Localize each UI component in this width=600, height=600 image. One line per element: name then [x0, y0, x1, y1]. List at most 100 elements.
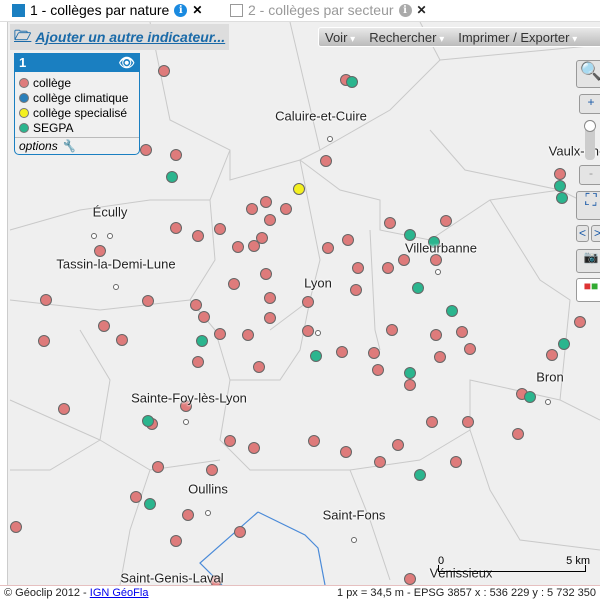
college-marker[interactable]: [248, 442, 260, 454]
college-marker[interactable]: [320, 155, 332, 167]
college-marker[interactable]: [38, 335, 50, 347]
close-icon[interactable]: ✕: [417, 3, 427, 17]
college-marker[interactable]: [386, 324, 398, 336]
college-marker[interactable]: [302, 325, 314, 337]
college-marker[interactable]: [260, 196, 272, 208]
college-marker[interactable]: [308, 435, 320, 447]
college-marker[interactable]: [58, 403, 70, 415]
tab-checkbox[interactable]: [230, 3, 243, 17]
info-icon[interactable]: i: [174, 3, 188, 17]
segpa-marker[interactable]: [558, 338, 570, 350]
college-marker[interactable]: [232, 241, 244, 253]
college-marker[interactable]: [450, 456, 462, 468]
college-marker[interactable]: [554, 168, 566, 180]
college-marker[interactable]: [464, 343, 476, 355]
college-marker[interactable]: [342, 234, 354, 246]
school-point[interactable]: [435, 269, 441, 275]
school-point[interactable]: [351, 537, 357, 543]
print-export-menu[interactable]: Imprimer / Exporter: [458, 30, 577, 45]
segpa-marker[interactable]: [554, 180, 566, 192]
college-marker[interactable]: [234, 526, 246, 538]
ign-link[interactable]: IGN GéoFla: [90, 587, 149, 599]
segpa-marker[interactable]: [144, 498, 156, 510]
search-menu[interactable]: Rechercher: [369, 30, 444, 45]
segpa-marker[interactable]: [412, 282, 424, 294]
segpa-marker[interactable]: [142, 415, 154, 427]
college-marker[interactable]: [352, 262, 364, 274]
college-marker[interactable]: [350, 284, 362, 296]
college-marker[interactable]: [228, 278, 240, 290]
college-marker[interactable]: [264, 312, 276, 324]
previous-button[interactable]: <: [576, 225, 589, 242]
college-marker[interactable]: [192, 230, 204, 242]
college-marker[interactable]: [512, 428, 524, 440]
college-marker[interactable]: [372, 364, 384, 376]
college-marker[interactable]: [426, 416, 438, 428]
segpa-marker[interactable]: [446, 305, 458, 317]
college-marker[interactable]: [246, 203, 258, 215]
college-marker[interactable]: [430, 254, 442, 266]
college-marker[interactable]: [206, 464, 218, 476]
camera-icon[interactable]: 📷: [576, 249, 600, 273]
college-marker[interactable]: [198, 311, 210, 323]
college-marker[interactable]: [94, 245, 106, 257]
school-point[interactable]: [327, 136, 333, 142]
college-marker[interactable]: [264, 292, 276, 304]
zoom-box-icon[interactable]: 🔍: [576, 60, 600, 88]
school-point[interactable]: [545, 399, 551, 405]
school-point[interactable]: [107, 233, 113, 239]
zoom-out-button[interactable]: -: [579, 165, 600, 185]
college-marker[interactable]: [340, 446, 352, 458]
college-marker[interactable]: [368, 347, 380, 359]
college-marker[interactable]: [170, 149, 182, 161]
college-marker[interactable]: [170, 222, 182, 234]
college-marker[interactable]: [404, 573, 416, 585]
segpa-marker[interactable]: [524, 391, 536, 403]
college-marker[interactable]: [440, 215, 452, 227]
college-marker[interactable]: [382, 262, 394, 274]
tab-colleges-nature[interactable]: 1 - collèges par nature i ✕: [12, 2, 202, 18]
college-marker[interactable]: [170, 535, 182, 547]
college-marker[interactable]: [280, 203, 292, 215]
school-point[interactable]: [183, 419, 189, 425]
fullscreen-icon[interactable]: ⛶: [576, 191, 600, 220]
college-marker[interactable]: [40, 294, 52, 306]
college-marker[interactable]: [152, 461, 164, 473]
school-point[interactable]: [113, 284, 119, 290]
college-marker[interactable]: [322, 242, 334, 254]
segpa-marker[interactable]: [310, 350, 322, 362]
college-marker[interactable]: [214, 223, 226, 235]
college-marker[interactable]: [242, 329, 254, 341]
segpa-marker[interactable]: [414, 469, 426, 481]
segpa-marker[interactable]: [556, 192, 568, 204]
college-marker[interactable]: [574, 316, 586, 328]
view-menu[interactable]: Voir: [325, 30, 355, 45]
college-marker[interactable]: [456, 326, 468, 338]
college-marker[interactable]: [462, 416, 474, 428]
college-marker[interactable]: [142, 295, 154, 307]
college-marker[interactable]: [214, 328, 226, 340]
school-point[interactable]: [315, 330, 321, 336]
info-icon[interactable]: i: [398, 3, 412, 17]
college-marker[interactable]: [10, 521, 22, 533]
college-marker[interactable]: [302, 296, 314, 308]
college-marker[interactable]: [140, 144, 152, 156]
side-handle[interactable]: [0, 22, 8, 585]
segpa-marker[interactable]: [346, 76, 358, 88]
college-marker[interactable]: [374, 456, 386, 468]
tab-checkbox[interactable]: [12, 3, 25, 17]
add-indicator-link[interactable]: 🗁 Ajouter un autre indicateur...: [10, 24, 230, 50]
college-marker[interactable]: [264, 214, 276, 226]
college-marker[interactable]: [336, 346, 348, 358]
college-marker[interactable]: [430, 329, 442, 341]
college-marker[interactable]: [130, 491, 142, 503]
college-specialise-marker[interactable]: [293, 183, 305, 195]
college-marker[interactable]: [384, 217, 396, 229]
college-marker[interactable]: [434, 351, 446, 363]
college-marker[interactable]: [98, 320, 110, 332]
college-marker[interactable]: [190, 299, 202, 311]
college-marker[interactable]: [260, 268, 272, 280]
zoom-slider[interactable]: [584, 120, 596, 160]
college-marker[interactable]: [392, 439, 404, 451]
close-icon[interactable]: ✕: [192, 3, 202, 17]
